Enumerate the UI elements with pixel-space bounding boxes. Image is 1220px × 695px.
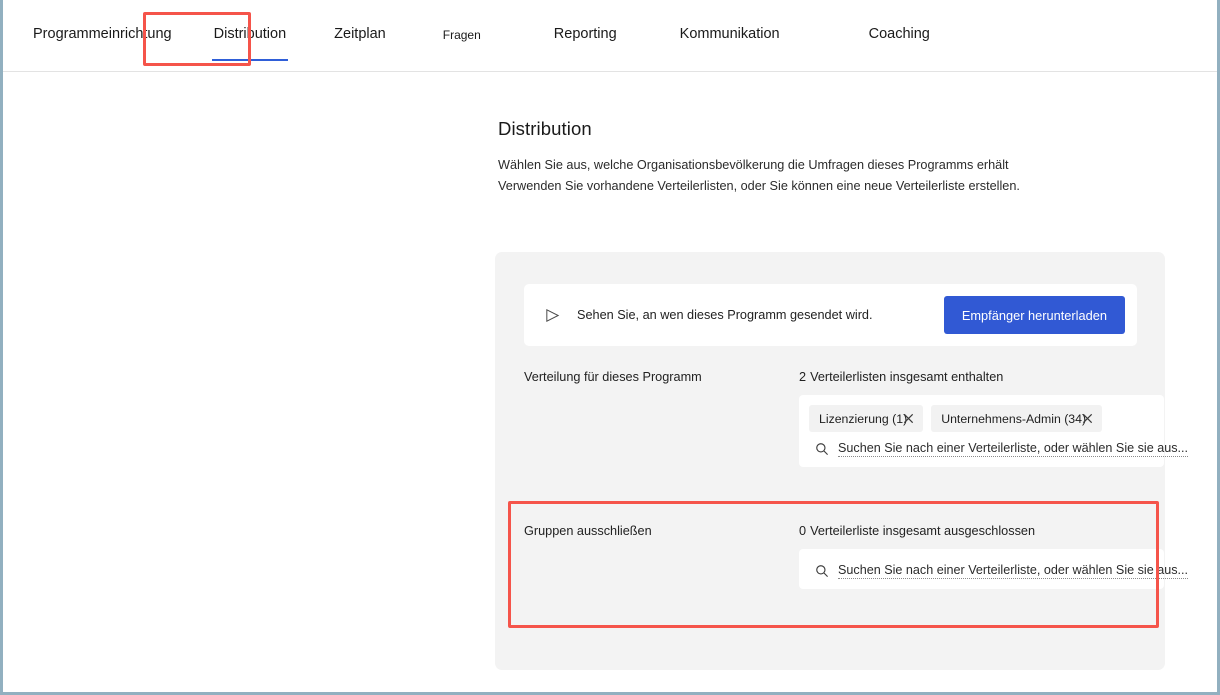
tab-programmeinrichtung[interactable]: Programmeinrichtung — [33, 27, 172, 44]
tab-fragen[interactable]: Fragen — [443, 29, 481, 43]
tab-distribution[interactable]: Distribution — [211, 26, 288, 60]
tab-coaching[interactable]: Coaching — [869, 27, 930, 44]
tab-kommunikation[interactable]: Kommunikation — [680, 27, 780, 44]
exclude-row-body: 0 Verteilerliste insgesamt ausgeschlossen… — [799, 524, 1189, 589]
distribution-count-number: 2 — [799, 370, 807, 384]
tab-zeitplan[interactable]: Zeitplan — [334, 27, 386, 44]
distribution-panel: Distribution Wählen Sie aus, welche Orga… — [495, 118, 1189, 670]
exclude-count-text: Verteilerliste insgesamt ausgeschlossen — [810, 524, 1036, 538]
tab-label: Fragen — [442, 27, 481, 42]
download-recipients-bar: Sehen Sie, an wen dieses Programm gesend… — [524, 284, 1137, 346]
search-icon — [816, 443, 829, 456]
exclude-count-line: 0 Verteilerliste insgesamt ausgeschlossen — [799, 524, 1137, 538]
distribution-settings-row: Verteilung für dieses Programm 2 Verteile… — [524, 370, 1189, 480]
tab-reporting[interactable]: Reporting — [554, 27, 617, 44]
distribution-count-text: Verteilerlisten insgesamt enthalten — [810, 370, 1004, 384]
close-icon[interactable] — [902, 412, 915, 425]
tab-label: Distribution — [213, 26, 287, 43]
download-bar-text: Sehen Sie, an wen dieses Programm gesend… — [577, 308, 873, 322]
distribution-row-body: 2 Verteilerlisten insgesamt enthalten Liz… — [799, 370, 1189, 467]
chip-label: Unternehmens-Admin (34) — [941, 411, 1087, 426]
distribution-row-label: Verteilung für dieses Programm — [524, 370, 702, 384]
chip-unternehmens-admin: Unternehmens-Admin (34) — [931, 405, 1103, 432]
exclude-search-input[interactable]: Suchen Sie nach einer Verteilerliste, od… — [838, 563, 1189, 579]
app-window: Programmeinrichtung Distribution Zeitpla… — [0, 0, 1220, 695]
tab-label: Programmeinrichtung — [33, 26, 172, 43]
distribution-chip-row: Lizenzierung (1) Unternehmens-Admin (34) — [809, 405, 1154, 432]
tab-label: Reporting — [553, 26, 617, 43]
exclude-settings-row: Gruppen ausschließen 0 Verteilerliste ins… — [524, 524, 1189, 624]
tab-bar: Programmeinrichtung Distribution Zeitpla… — [3, 0, 1217, 72]
exclude-search-line[interactable]: Suchen Sie nach einer Verteilerliste, od… — [809, 558, 1189, 582]
distribution-select-control[interactable]: Lizenzierung (1) Unternehmens-Admin (34) — [799, 395, 1189, 467]
page-title: Distribution — [498, 118, 592, 139]
search-icon — [816, 565, 829, 578]
settings-card: Sehen Sie, an wen dieses Programm gesend… — [495, 252, 1189, 670]
exclude-count-number: 0 — [799, 524, 807, 538]
download-recipients-button[interactable]: Empfänger herunterladen — [943, 296, 1125, 334]
distribution-search-line[interactable]: Suchen Sie nach einer Verteilerliste, od… — [809, 436, 1189, 460]
tab-label: Zeitplan — [334, 26, 386, 43]
page-description-line-1: Wählen Sie aus, welche Organisationsbevö… — [498, 158, 1009, 172]
chip-lizenzierung: Lizenzierung (1) — [809, 405, 924, 432]
chip-label: Lizenzierung (1) — [819, 411, 908, 426]
content-area: Distribution Wählen Sie aus, welche Orga… — [3, 72, 1217, 692]
close-icon[interactable] — [1081, 412, 1094, 425]
page-description-line-2: Verwenden Sie vorhandene Verteilerlisten… — [498, 179, 1020, 193]
exclude-row-label: Gruppen ausschließen — [524, 524, 652, 538]
exclude-select-control[interactable]: Suchen Sie nach einer Verteilerliste, od… — [799, 549, 1189, 589]
tab-label: Coaching — [868, 26, 930, 43]
send-icon — [546, 308, 560, 322]
distribution-search-input[interactable]: Suchen Sie nach einer Verteilerliste, od… — [838, 441, 1189, 457]
distribution-count-line: 2 Verteilerlisten insgesamt enthalten — [799, 370, 1137, 384]
tab-label: Kommunikation — [679, 26, 780, 43]
